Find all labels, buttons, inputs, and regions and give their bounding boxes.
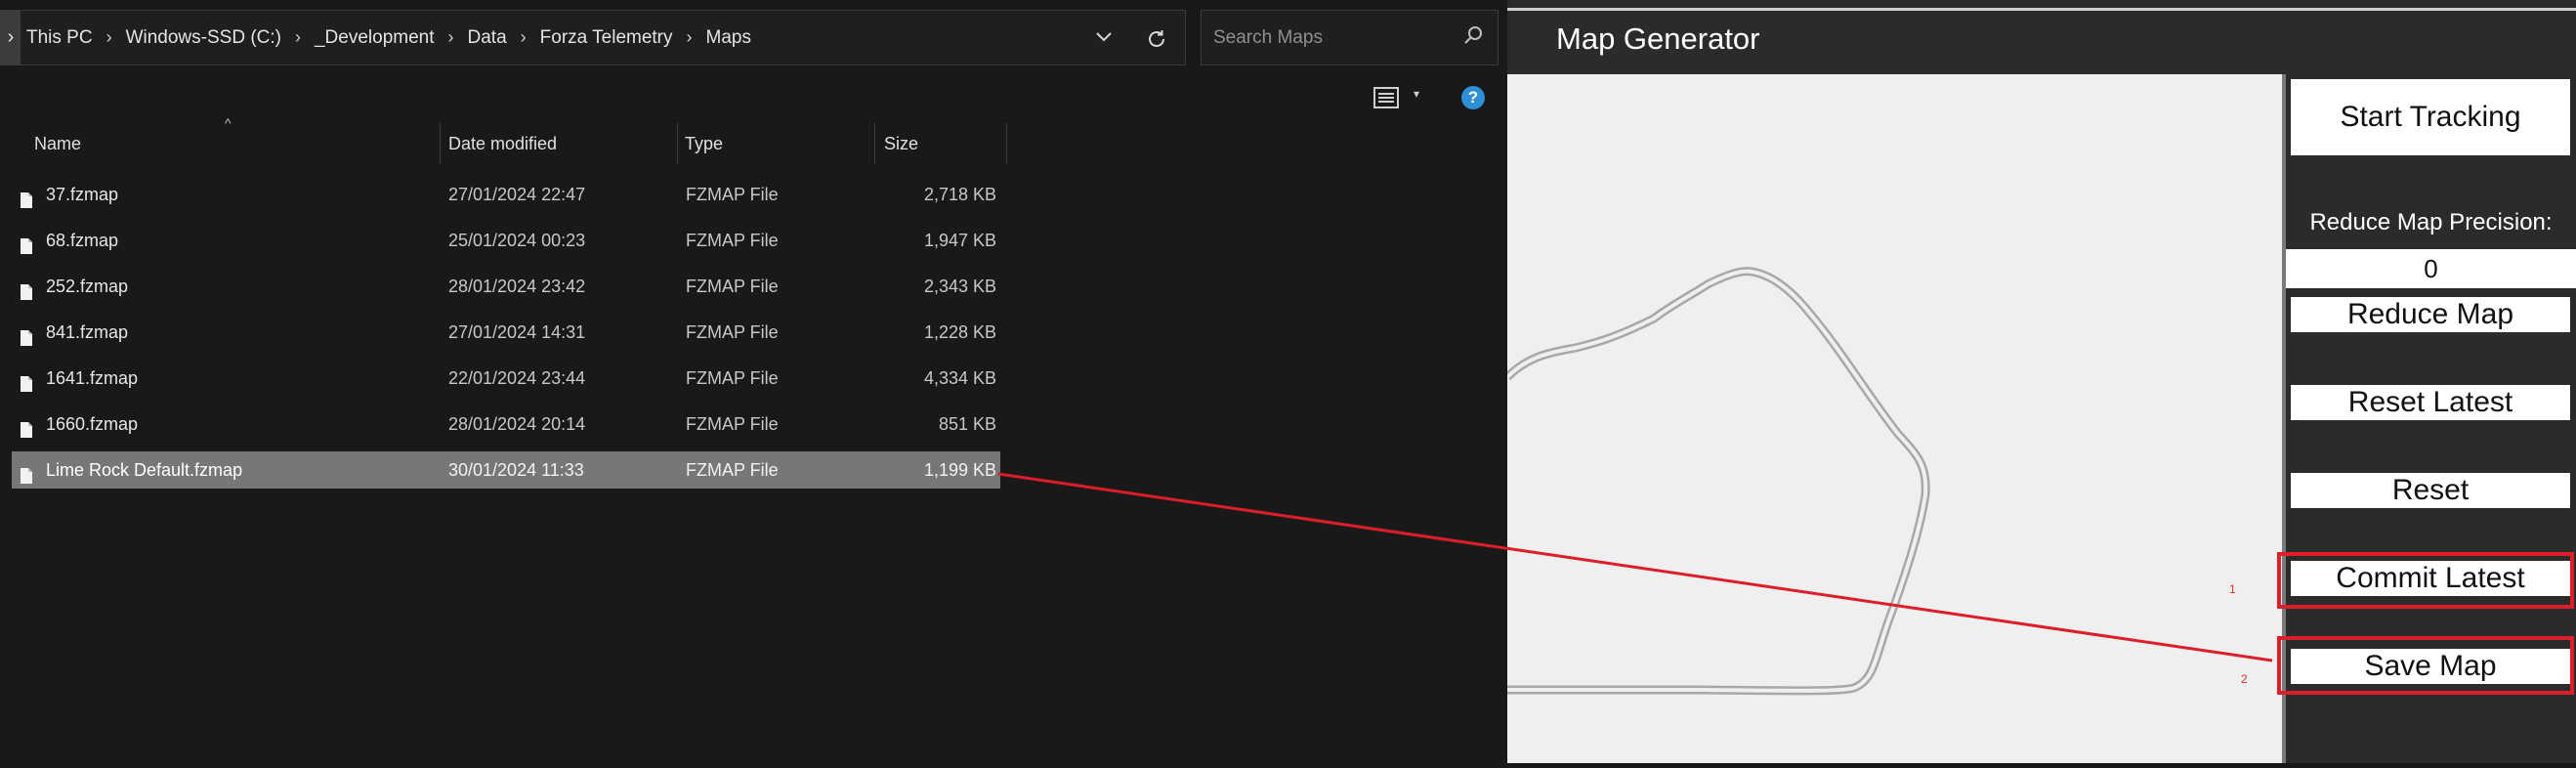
search-input[interactable]: [1211, 21, 1450, 56]
file-row[interactable]: 68.fzmap 25/01/2024 00:23 FZMAP File 1,947 …: [12, 222, 1000, 259]
highlight-save-map: [2277, 636, 2574, 695]
file-type: FZMAP File: [686, 368, 779, 388]
address-bar[interactable]: › This PC › Windows-SSD (C:) › _Developm…: [0, 10, 1186, 65]
file-row[interactable]: 1660.fzmap 28/01/2024 20:14 FZMAP File 851 …: [12, 405, 1000, 443]
file-type: FZMAP File: [686, 185, 779, 204]
file-size: 4,334 KB: [923, 368, 996, 388]
search-icon[interactable]: [1462, 24, 1484, 51]
file-date-modified: 27/01/2024 22:47: [448, 185, 586, 204]
app-title: Map Generator: [1556, 21, 1760, 56]
chevron-right-icon[interactable]: ›: [448, 27, 454, 48]
file-date-modified: 25/01/2024 00:23: [448, 231, 586, 250]
caret-down-icon: ▾: [1414, 87, 1420, 101]
file-icon: [20, 185, 33, 222]
breadcrumb-item-drive[interactable]: Windows-SSD (C:): [126, 27, 281, 49]
file-size: 1,947 KB: [923, 231, 996, 250]
file-name: 37.fzmap: [46, 185, 119, 204]
file-date-modified: 28/01/2024 23:42: [448, 277, 586, 296]
file-name: 841.fzmap: [46, 322, 129, 342]
file-icon: [20, 231, 33, 268]
highlight-commit-latest: [2277, 552, 2574, 609]
breadcrumb-item-development[interactable]: _Development: [315, 27, 435, 49]
column-header-size[interactable]: Size: [875, 123, 1007, 164]
reset-button[interactable]: Reset: [2291, 473, 2570, 508]
reduce-map-button[interactable]: Reduce Map: [2291, 297, 2570, 332]
file-explorer-window: › This PC › Windows-SSD (C:) › _Developm…: [0, 0, 1507, 763]
step-number-2: 2: [2241, 672, 2248, 686]
file-icon: [20, 414, 33, 451]
file-name: 252.fzmap: [46, 277, 129, 296]
column-header-type[interactable]: Type: [676, 123, 875, 164]
refresh-icon[interactable]: [1146, 11, 1167, 64]
file-date-modified: 28/01/2024 20:14: [448, 414, 586, 434]
file-icon: [20, 460, 33, 497]
view-options-button[interactable]: ▾: [1372, 85, 1419, 115]
search-box[interactable]: [1201, 10, 1499, 65]
precision-label: Reduce Map Precision:: [2309, 209, 2553, 235]
column-header-name[interactable]: Name: [25, 123, 441, 164]
file-row[interactable]: 841.fzmap 27/01/2024 14:31 FZMAP File 1,228…: [12, 314, 1000, 351]
file-name: 1641.fzmap: [46, 368, 139, 388]
file-icon: [20, 368, 33, 405]
file-type: FZMAP File: [686, 231, 779, 250]
file-name: Lime Rock Default.fzmap: [46, 460, 243, 480]
breadcrumb-item-maps[interactable]: Maps: [706, 27, 751, 49]
column-header-date-modified[interactable]: Date modified: [440, 123, 678, 164]
help-icon[interactable]: ?: [1461, 86, 1485, 109]
start-tracking-button[interactable]: Start Tracking: [2291, 79, 2570, 155]
breadcrumb-item-data[interactable]: Data: [468, 27, 507, 49]
list-view-icon: [1373, 87, 1399, 108]
file-size: 2,718 KB: [923, 185, 996, 204]
file-row[interactable]: 252.fzmap 28/01/2024 23:42 FZMAP File 2,343…: [12, 268, 1000, 305]
file-type: FZMAP File: [686, 414, 779, 434]
file-row[interactable]: Lime Rock Default.fzmap 30/01/2024 11:33 F…: [12, 451, 1000, 489]
precision-input[interactable]: [2286, 249, 2576, 288]
reset-latest-button[interactable]: Reset Latest: [2291, 385, 2570, 420]
file-name: 1660.fzmap: [46, 414, 139, 434]
file-name: 68.fzmap: [46, 231, 119, 250]
file-size: 1,199 KB: [923, 460, 996, 480]
file-row[interactable]: 37.fzmap 27/01/2024 22:47 FZMAP File 2,718 …: [12, 176, 1000, 213]
file-size: 2,343 KB: [923, 277, 996, 296]
chevron-right-icon[interactable]: ›: [687, 27, 693, 48]
breadcrumb-item-this-pc[interactable]: This PC: [26, 27, 93, 49]
file-date-modified: 22/01/2024 23:44: [448, 368, 586, 388]
track-outline: [1503, 267, 1930, 696]
file-size: 851 KB: [938, 414, 996, 434]
chevron-right-icon[interactable]: ›: [521, 27, 527, 48]
file-type: FZMAP File: [686, 277, 779, 296]
window-top-border: [1507, 8, 2576, 11]
file-row[interactable]: 1641.fzmap 22/01/2024 23:44 FZMAP File 4,33…: [12, 360, 1000, 397]
address-history-dropdown-icon[interactable]: [1095, 11, 1113, 64]
step-number-1: 1: [2229, 582, 2236, 596]
chevron-right-icon[interactable]: ›: [295, 27, 301, 48]
file-type: FZMAP File: [686, 460, 779, 480]
file-icon: [20, 322, 33, 360]
breadcrumb-item-forza-telemetry[interactable]: Forza Telemetry: [540, 27, 673, 49]
file-type: FZMAP File: [686, 322, 779, 342]
breadcrumb-expand-chevron-icon[interactable]: ›: [1, 11, 21, 64]
breadcrumb: This PC › Windows-SSD (C:) › _Developmen…: [26, 11, 751, 64]
file-date-modified: 27/01/2024 14:31: [448, 322, 586, 342]
chevron-right-icon[interactable]: ›: [106, 27, 112, 48]
file-icon: [20, 277, 33, 314]
file-size: 1,228 KB: [923, 322, 996, 342]
file-date-modified: 30/01/2024 11:33: [448, 460, 584, 480]
map-canvas[interactable]: [1503, 74, 2282, 763]
